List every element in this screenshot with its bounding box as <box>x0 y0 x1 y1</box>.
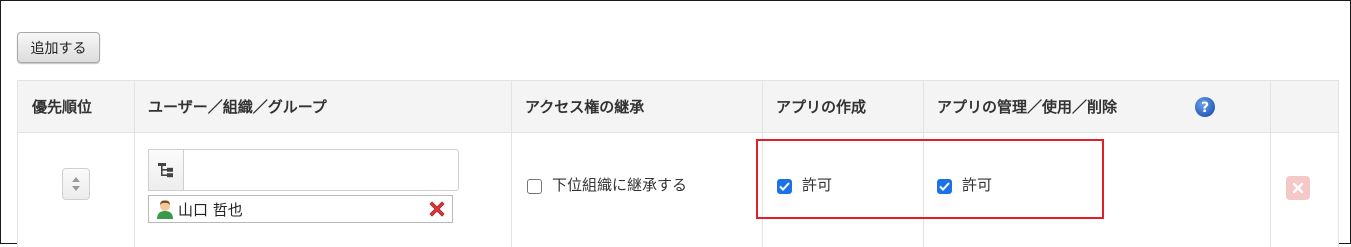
header-manage-app: アプリの管理／使用／削除 <box>937 98 1118 116</box>
header-entity: ユーザー／組織／グループ <box>148 98 327 116</box>
org-tree-button[interactable] <box>148 149 183 191</box>
permission-panel: 追加する 優先順位 ユーザー／組織／グループ アクセス権の継承 アプリの作成 ア… <box>0 0 1351 247</box>
header-priority: 優先順位 <box>32 98 93 116</box>
delete-row-button[interactable] <box>1286 176 1310 200</box>
add-button[interactable]: 追加する <box>17 32 100 63</box>
delete-row-icon <box>1292 182 1304 194</box>
inherit-label: 下位組織に継承する <box>552 176 688 194</box>
svg-text:?: ? <box>1201 100 1209 116</box>
highlight-box <box>756 139 1104 219</box>
selected-user-chip: 山口 哲也 <box>148 195 453 223</box>
remove-user-icon[interactable] <box>427 199 447 219</box>
row-content: 山口 哲也 下位組織に継承する 許可 許可 <box>18 133 1338 247</box>
priority-sort-handle[interactable] <box>62 168 90 200</box>
permission-table: 優先順位 ユーザー／組織／グループ アクセス権の継承 アプリの作成 アプリの管理… <box>17 80 1339 247</box>
header-create-app: アプリの作成 <box>776 98 867 116</box>
entity-search-input[interactable] <box>183 149 459 191</box>
entity-picker <box>148 149 459 192</box>
org-tree-icon <box>158 163 173 178</box>
selected-user-name: 山口 哲也 <box>178 200 243 219</box>
header-inherit: アクセス権の継承 <box>525 98 645 116</box>
inherit-checkbox[interactable] <box>527 179 542 194</box>
question-circle-icon[interactable]: ? <box>1194 96 1216 118</box>
up-down-arrows-icon <box>72 177 80 191</box>
user-avatar-icon <box>157 200 173 219</box>
